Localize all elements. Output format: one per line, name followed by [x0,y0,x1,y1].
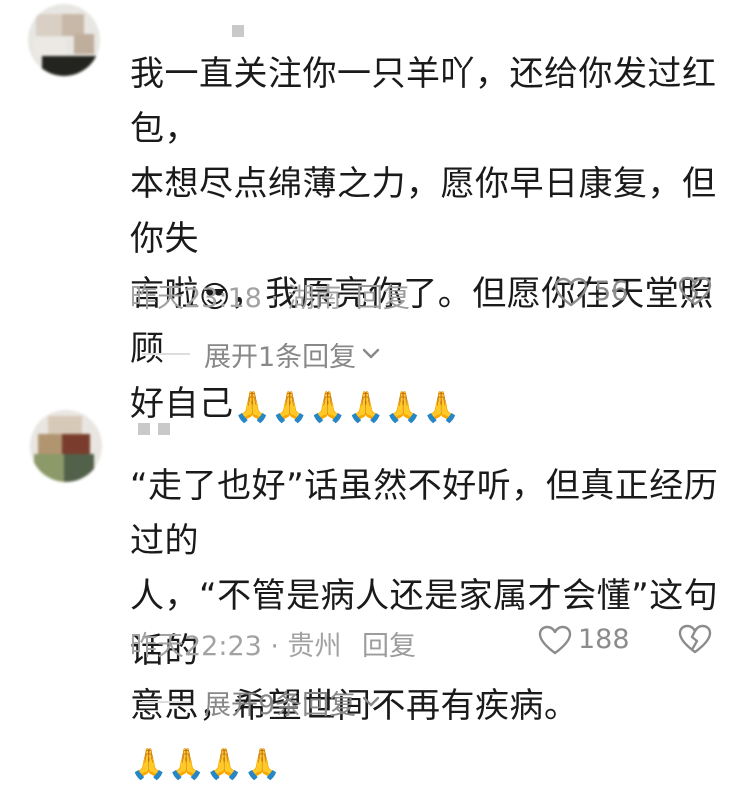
username-redacted[interactable] [232,22,252,37]
expand-replies-label: 展开1条回复 [204,341,357,373]
like-button[interactable]: 188 [538,624,630,655]
avatar[interactable] [28,4,100,76]
pray-emoji-icon: 🙏🙏🙏🙏 [130,747,282,782]
reply-button[interactable]: 回复 [356,276,410,315]
divider [142,701,190,703]
time-location: 昨天22:23 · 贵州 [130,631,342,662]
broken-heart-icon [678,624,712,654]
comment-line: “走了也好”话虽然不好听，但真正经历过的 [130,466,719,561]
comment-line: 我一直关注你一只羊吖，还给你发过红包， [130,54,717,149]
comment-item: 我一直关注你一只羊吖，还给你发过红包， 本想尽点绵薄之力，愿你早日康复，但你失 … [0,0,750,425]
comment-meta: 昨天22:23 · 贵州 回复 188 [130,624,720,664]
broken-heart-icon [678,276,712,306]
avatar[interactable] [30,410,102,482]
heart-icon [554,277,588,306]
comment-item: “走了也好”话虽然不好听，但真正经历过的 人，“不管是病人还是家属才会懂”这句话… [0,380,750,782]
expand-replies-button[interactable]: 展开9条回复 [142,682,380,722]
time-location: 昨天23:18 · 湖南 [130,283,342,314]
dislike-button[interactable] [678,276,712,313]
dislike-button[interactable] [678,624,712,661]
like-button[interactable]: 56 [554,276,628,307]
like-count: 188 [578,624,630,655]
expand-replies-label: 展开9条回复 [204,689,357,721]
chevron-down-icon [362,348,380,359]
comment-meta: 昨天23:18 · 湖南 回复 56 [130,276,720,316]
divider [142,353,190,355]
like-count: 56 [594,276,629,307]
expand-replies-button[interactable]: 展开1条回复 [142,334,380,374]
comment-text: 我一直关注你一只羊吖，还给你发过红包， 本想尽点绵薄之力，愿你早日康复，但你失 … [130,47,720,432]
comment-line: 本想尽点绵薄之力，愿你早日康复，但你失 [130,164,717,259]
username-redacted[interactable] [138,420,178,435]
chevron-down-icon [362,696,380,707]
heart-icon [538,625,572,654]
reply-button[interactable]: 回复 [362,624,416,663]
